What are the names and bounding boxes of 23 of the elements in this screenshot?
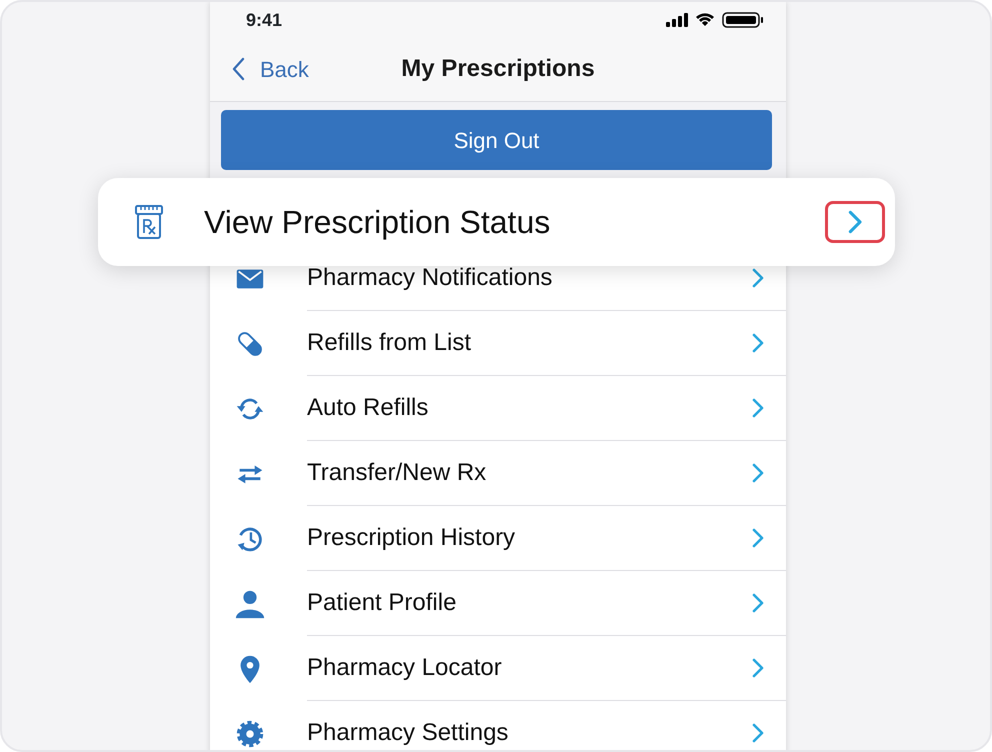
sign-out-button[interactable]: Sign Out	[221, 110, 772, 170]
chevron-right-icon	[752, 593, 764, 613]
chevron-left-icon	[232, 57, 246, 81]
menu-item[interactable]: Patient Profile	[210, 571, 786, 636]
screen-title: My Prescriptions	[401, 55, 595, 82]
chevron-right-icon	[752, 723, 764, 743]
menu-item[interactable]: Transfer/New Rx	[210, 441, 786, 506]
chevron-right-icon	[752, 333, 764, 353]
menu-item[interactable]: Auto Refills	[210, 376, 786, 441]
rx-bottle-icon	[132, 203, 166, 241]
menu-item[interactable]: Pharmacy Locator	[210, 636, 786, 701]
chevron-right-icon	[752, 463, 764, 483]
highlighted-menu-item[interactable]: View Prescription Status	[98, 178, 895, 266]
chevron-right-icon	[848, 210, 862, 234]
menu-item[interactable]: Refills from List	[210, 311, 786, 376]
chevron-right-icon	[752, 528, 764, 548]
status-time: 9:41	[246, 8, 282, 32]
chevron-right-icon	[752, 658, 764, 678]
menu-item[interactable]: Pharmacy Settings	[210, 701, 786, 750]
back-button[interactable]: Back	[232, 52, 309, 86]
chevron-right-icon	[752, 398, 764, 418]
menu-item[interactable]: Prescription History	[210, 506, 786, 571]
chevron-right-icon	[752, 268, 764, 288]
